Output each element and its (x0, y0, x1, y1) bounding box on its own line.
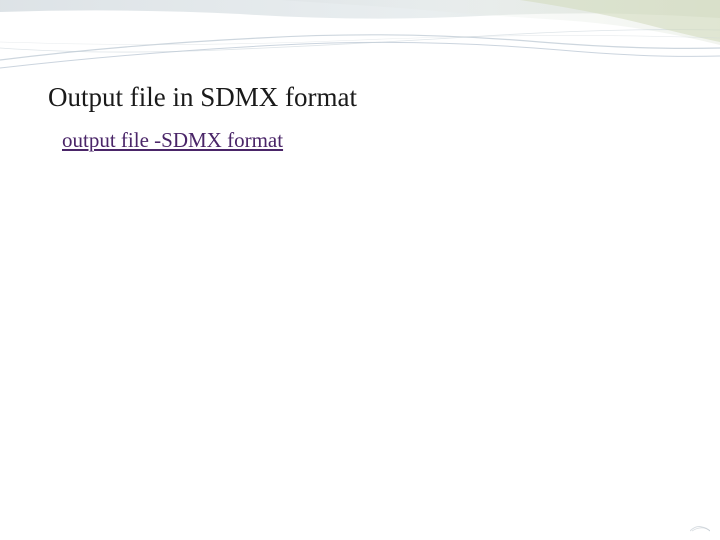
sdmx-output-link[interactable]: output file -SDMX format (62, 128, 283, 153)
wave-background (0, 0, 720, 540)
corner-decoration-icon (690, 517, 710, 532)
slide-title: Output file in SDMX format (48, 82, 357, 113)
